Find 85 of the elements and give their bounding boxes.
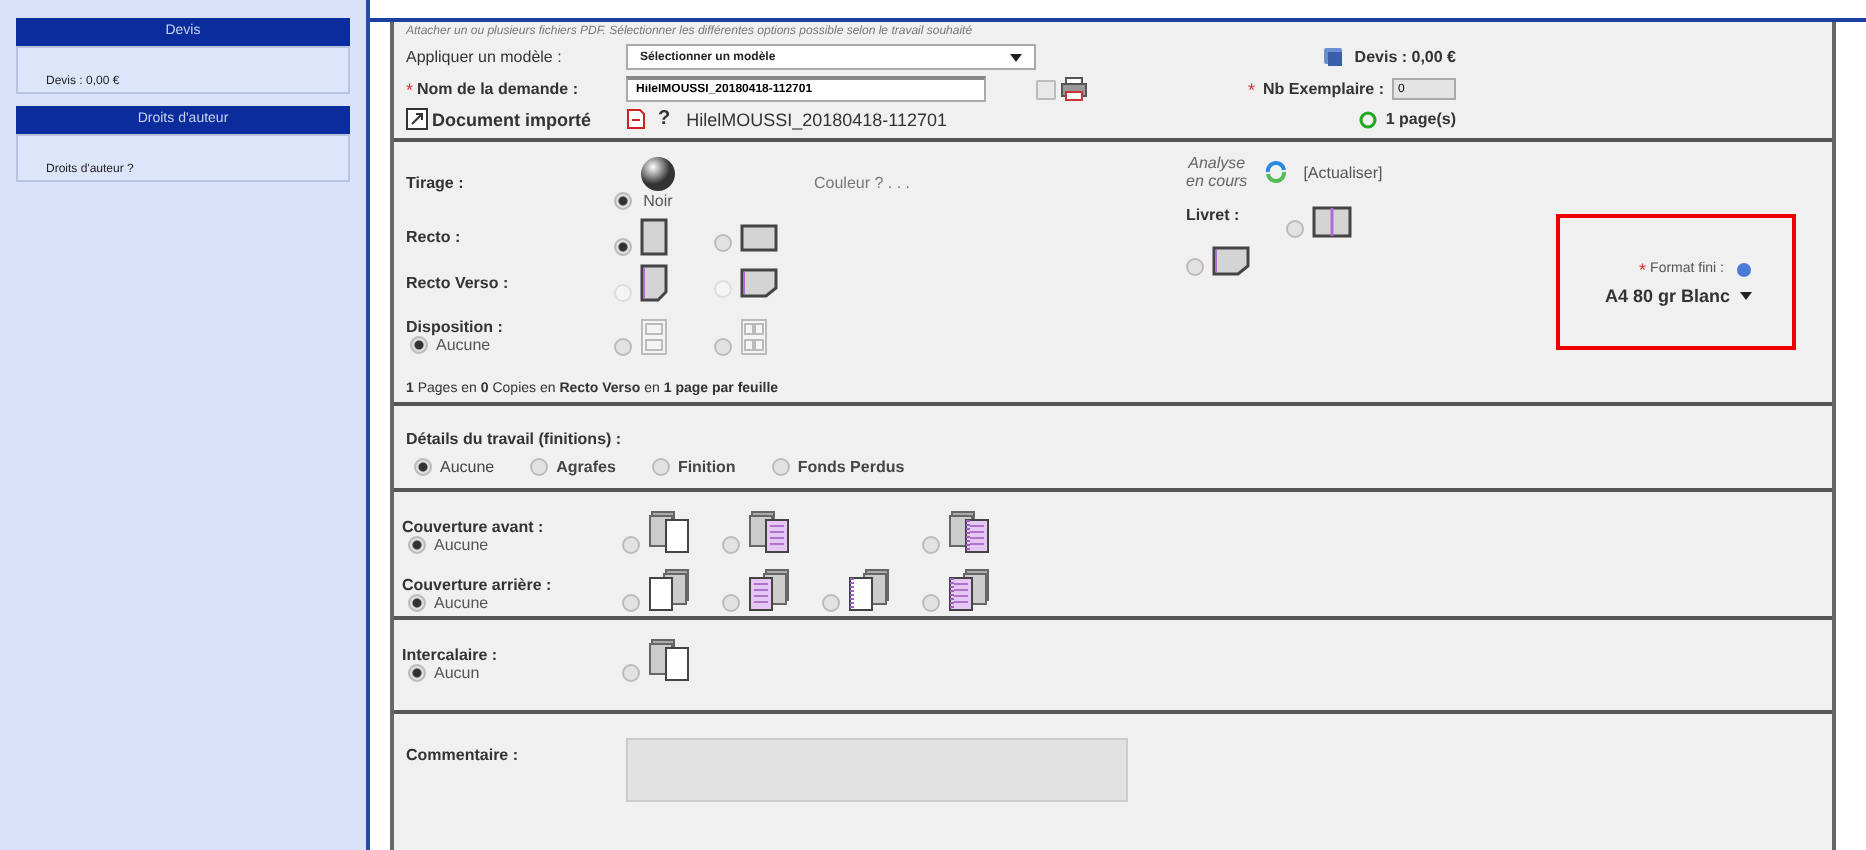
caret-icon	[1740, 291, 1752, 299]
option-label: Fonds Perdus	[797, 458, 905, 476]
required-mark: *	[406, 79, 414, 99]
refresh-link[interactable]: [Actualiser]	[1303, 163, 1383, 181]
field-label: Appliquer un modèle :	[406, 48, 564, 66]
radio-button[interactable]	[822, 594, 840, 612]
radio-button[interactable]	[614, 238, 632, 256]
radio-button[interactable]	[651, 458, 670, 476]
folded-page-icon	[1212, 246, 1250, 276]
page-stack-icon	[748, 568, 790, 612]
format-dropdown[interactable]: A4 80 gr Blanc	[1604, 285, 1752, 305]
option-caption: Aucune	[436, 336, 491, 354]
page-stack-icon	[948, 510, 990, 554]
help-mark[interactable]: ?	[658, 108, 671, 130]
option-caption: Noir	[643, 191, 673, 209]
radio-button[interactable]	[410, 336, 428, 354]
checkbox[interactable]	[1036, 79, 1056, 99]
page-stack-icon	[648, 568, 690, 612]
field-label: Document importé	[432, 109, 592, 129]
refresh-icon	[1263, 160, 1288, 184]
radio-button[interactable]	[922, 594, 940, 612]
refresh-icon	[1357, 109, 1378, 129]
radio-button[interactable]	[722, 536, 740, 554]
option-label: Couverture arrière :	[402, 576, 552, 594]
printer-icon[interactable]	[1060, 76, 1088, 102]
radio-button[interactable]	[614, 191, 632, 209]
radio-button[interactable]	[530, 458, 549, 476]
section-label: Détails du travail (finitions) :	[406, 430, 624, 448]
option-label: Couverture avant :	[402, 518, 544, 536]
required-mark: *	[1248, 79, 1256, 99]
radio-button[interactable]	[408, 594, 426, 612]
layout-icon	[740, 317, 768, 355]
radio-button[interactable]	[414, 458, 432, 476]
required-mark: *	[1639, 259, 1647, 279]
landscape-page-icon	[740, 223, 778, 251]
radio-button[interactable]	[922, 536, 940, 554]
pdf-icon	[626, 108, 646, 130]
option-label: Disposition :	[406, 318, 503, 336]
layout-icon	[640, 317, 668, 355]
option-label: Recto :	[406, 228, 461, 246]
document-name: HilelMOUSSI_20180418-112701	[686, 109, 948, 129]
radio-button[interactable]	[622, 594, 640, 612]
radio-button[interactable]	[408, 536, 426, 554]
portrait-page-icon	[640, 218, 668, 256]
option-label: Intercalaire :	[402, 646, 498, 664]
option-label: Agrafes	[556, 458, 616, 476]
option-label: Recto Verso :	[406, 274, 509, 292]
radio-button[interactable]	[614, 337, 632, 355]
caret-icon	[1010, 53, 1022, 61]
radio-button[interactable]	[722, 594, 740, 612]
option-label: Livret :	[1186, 206, 1242, 224]
option-label: Aucune	[440, 458, 495, 476]
radio-button[interactable]	[714, 337, 732, 355]
radio-button[interactable]	[714, 233, 732, 251]
page-stack-icon	[648, 510, 690, 554]
radio-button[interactable]	[1286, 220, 1304, 238]
radio-button[interactable]	[771, 458, 790, 476]
radio-button[interactable]	[1186, 258, 1204, 276]
folded-page-icon	[640, 264, 668, 302]
page-count: 1 page(s)	[1385, 110, 1456, 128]
page-stack-icon	[748, 510, 790, 554]
option-caption: Aucune	[434, 594, 489, 612]
sphere-icon	[640, 155, 676, 191]
quote-total: Devis : 0,00 €	[1354, 48, 1456, 66]
field-label: Nom de la demande :	[417, 80, 578, 98]
color-option-text: Couleur ? . . .	[814, 173, 911, 191]
radio-button[interactable]	[622, 536, 640, 554]
option-label: Finition	[677, 458, 736, 476]
info-icon[interactable]	[1736, 261, 1752, 277]
status-text: Analyse	[1188, 154, 1246, 172]
field-label: Commentaire :	[406, 746, 521, 764]
page-stack-icon	[948, 568, 990, 612]
field-label: Nb Exemplaire :	[1263, 80, 1384, 98]
status-text: en cours	[1186, 172, 1248, 190]
page-stack-icon	[848, 568, 890, 612]
option-caption: Aucune	[434, 536, 489, 554]
radio-button[interactable]	[408, 664, 426, 682]
page-stack-icon	[648, 638, 690, 682]
folded-page-icon	[740, 268, 778, 298]
document-icon	[406, 108, 428, 130]
book-icon	[1312, 206, 1352, 238]
comment-field[interactable]	[626, 738, 1128, 802]
option-label: Tirage :	[406, 173, 464, 191]
option-caption: Aucun	[434, 664, 480, 682]
radio-button[interactable]	[622, 664, 640, 682]
